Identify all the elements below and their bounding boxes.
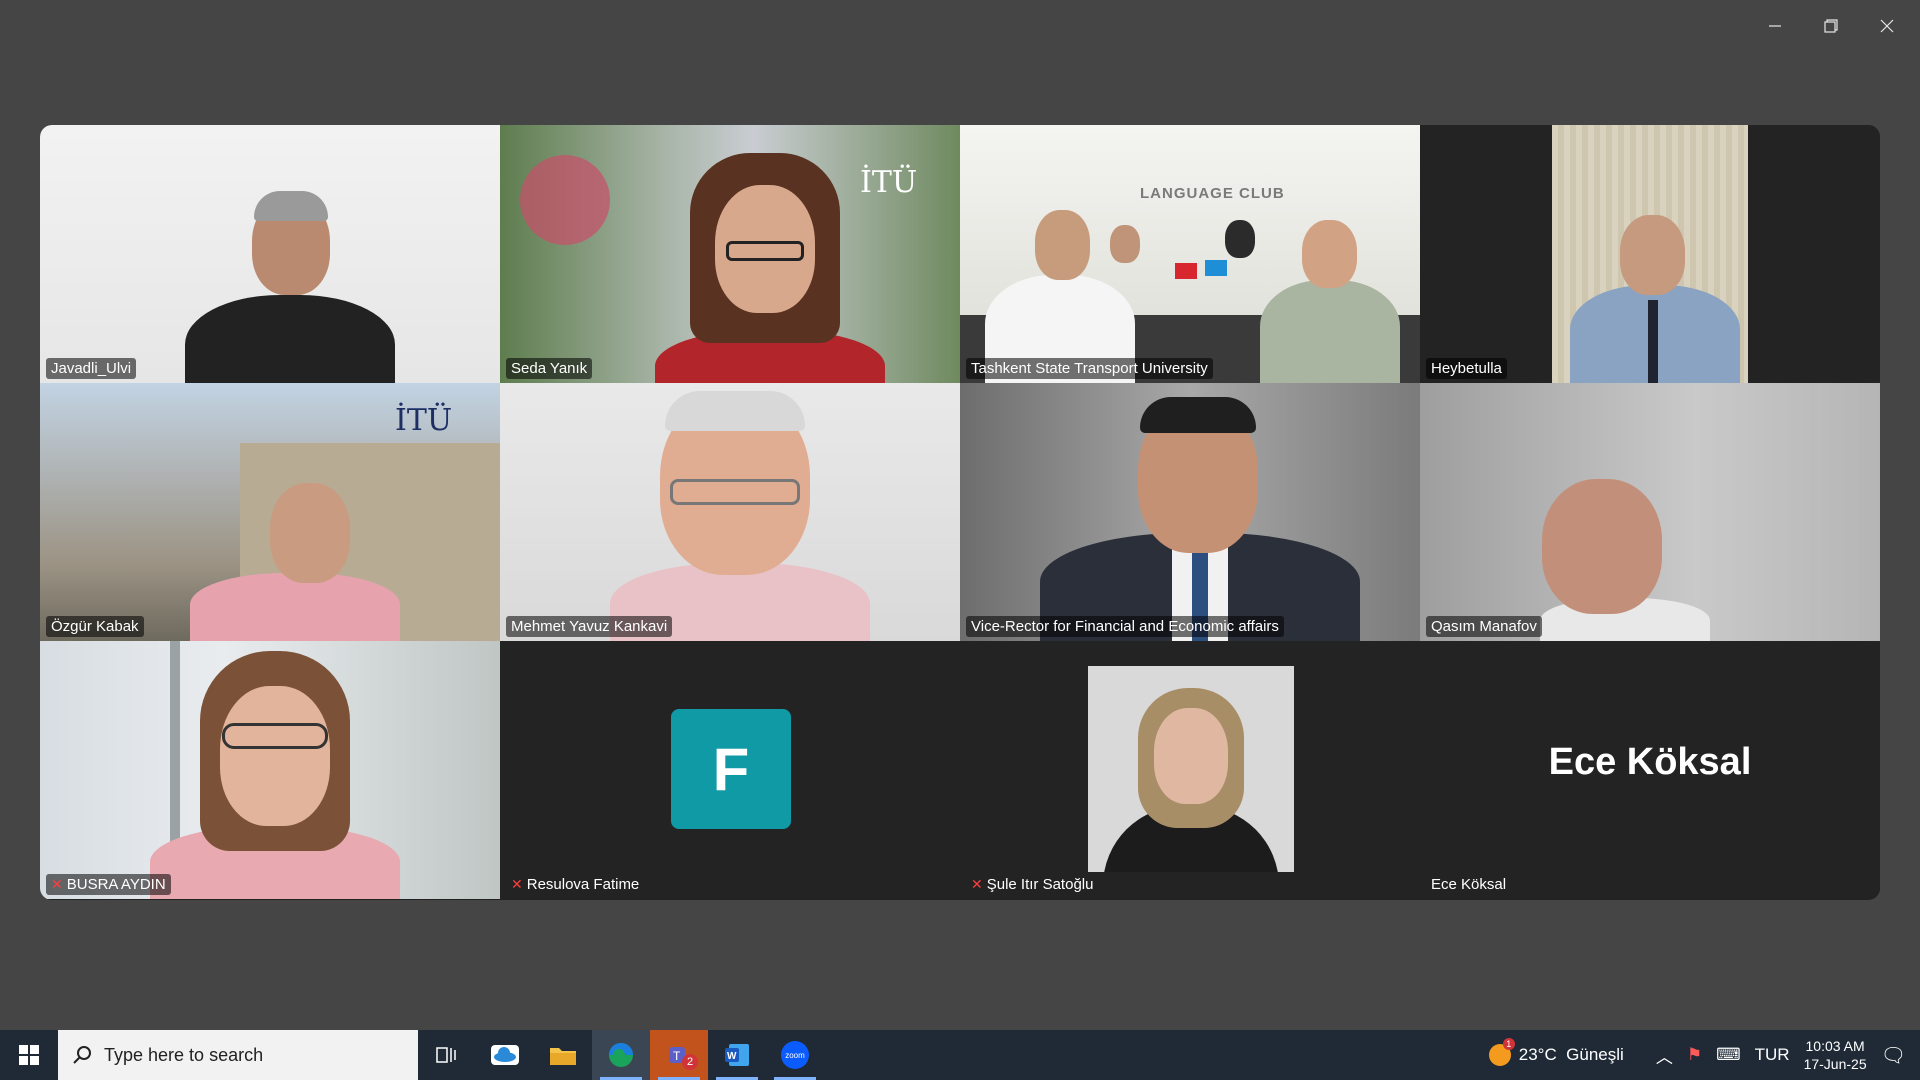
participant-name-label: Javadli_Ulvi bbox=[46, 358, 137, 379]
show-hidden-icons-chevron-icon[interactable]: ︿ bbox=[1656, 1043, 1673, 1068]
video-tile[interactable]: İTÜ Özgür Kabak bbox=[40, 383, 500, 641]
video-feed bbox=[500, 383, 960, 641]
video-tile[interactable]: Mehmet Yavuz Kankavi bbox=[500, 383, 960, 641]
participant-name-label: Tashkent State Transport University bbox=[966, 358, 1213, 379]
video-tile[interactable]: Ece Köksal Ece Köksal bbox=[1420, 641, 1880, 899]
zoom-app[interactable]: zoom bbox=[766, 1030, 824, 1080]
avatar-letter: F bbox=[671, 709, 791, 829]
weather-widget[interactable]: 1 23°C Güneşli bbox=[1488, 1038, 1624, 1066]
video-feed bbox=[1420, 125, 1880, 383]
weather-text: 23°C Güneşli bbox=[1518, 1045, 1624, 1064]
zoom-icon: zoom bbox=[781, 1041, 809, 1069]
windows-logo-icon bbox=[19, 1045, 39, 1065]
system-tray: 1 23°C Güneşli ︿ ⚑ ⌨ TUR 10:03 AM 17-Jun… bbox=[1488, 1030, 1920, 1080]
participant-name-label: Ece Köksal bbox=[1431, 876, 1507, 893]
video-tile[interactable]: İTÜ Seda Yanık bbox=[500, 125, 960, 383]
language-club-sign: LANGUAGE CLUB bbox=[1140, 185, 1285, 202]
video-feed bbox=[960, 383, 1420, 641]
video-feed-off: F bbox=[500, 641, 960, 899]
taskbar-search-box[interactable]: Type here to search bbox=[58, 1030, 418, 1080]
video-tile[interactable]: F ✕ Resulova Fatime bbox=[500, 641, 960, 899]
svg-text:W: W bbox=[727, 1051, 737, 1062]
itu-logo-text: İTÜ bbox=[395, 403, 453, 438]
participant-name-label: Qasım Manafov bbox=[1426, 616, 1542, 637]
input-language[interactable]: TUR bbox=[1755, 1045, 1790, 1065]
network-icon[interactable]: ⚑ bbox=[1687, 1045, 1702, 1065]
taskbar: Type here to search T 2 W zoom 1 23°C Gü… bbox=[0, 1030, 1920, 1080]
video-feed bbox=[40, 125, 500, 383]
mic-muted-icon: ✕ bbox=[511, 876, 523, 892]
video-tile[interactable]: Heybetulla bbox=[1420, 125, 1880, 383]
clock-date: 17-Jun-25 bbox=[1803, 1056, 1867, 1072]
profile-photo bbox=[1088, 666, 1294, 872]
video-feed-off: Ece Köksal bbox=[1420, 641, 1880, 899]
video-tile[interactable]: Vice-Rector for Financial and Economic a… bbox=[960, 383, 1420, 641]
teams-app[interactable]: T 2 bbox=[650, 1030, 708, 1080]
video-grid: Javadli_Ulvi İTÜ Seda Yanık LANGUAGE CLU… bbox=[40, 125, 1880, 900]
participant-name-label: Seda Yanık bbox=[506, 358, 593, 379]
search-placeholder: Type here to search bbox=[104, 1044, 264, 1065]
word-app[interactable]: W bbox=[708, 1030, 766, 1080]
mic-muted-icon: ✕ bbox=[51, 876, 63, 892]
participant-name-label: Vice-Rector for Financial and Economic a… bbox=[966, 616, 1284, 637]
video-feed: İTÜ bbox=[40, 383, 500, 641]
video-feed: LANGUAGE CLUB bbox=[960, 125, 1420, 383]
start-button[interactable] bbox=[0, 1030, 58, 1080]
word-icon: W bbox=[725, 1044, 749, 1066]
participant-name-label: Özgür Kabak bbox=[46, 616, 144, 637]
task-view-icon bbox=[436, 1047, 456, 1063]
video-tile[interactable]: Qasım Manafov bbox=[1420, 383, 1880, 641]
display-name-text: Ece Köksal bbox=[1548, 741, 1752, 783]
search-icon bbox=[73, 1046, 91, 1064]
participant-name-label: ✕ Resulova Fatime bbox=[511, 876, 640, 893]
edge-app[interactable] bbox=[592, 1030, 650, 1080]
notification-badge: 2 bbox=[682, 1054, 698, 1070]
minimize-icon bbox=[1769, 25, 1781, 27]
video-tile[interactable]: Javadli_Ulvi bbox=[40, 125, 500, 383]
task-view-button[interactable] bbox=[418, 1030, 476, 1080]
video-tile-active-speaker[interactable]: LANGUAGE CLUB Tashkent State Transport U… bbox=[960, 125, 1420, 383]
file-explorer-app[interactable] bbox=[534, 1030, 592, 1080]
video-feed-off bbox=[960, 641, 1420, 899]
video-feed bbox=[1420, 383, 1880, 641]
clock[interactable]: 10:03 AM 17-Jun-25 bbox=[1804, 1037, 1867, 1073]
video-feed: İTÜ bbox=[500, 125, 960, 383]
video-tile[interactable]: ✕ BUSRA AYDIN bbox=[40, 641, 500, 899]
folder-icon bbox=[550, 1048, 576, 1065]
itu-logo-text: İTÜ bbox=[860, 165, 918, 200]
onedrive-app[interactable] bbox=[476, 1030, 534, 1080]
video-tile[interactable]: ✕ Şule Itır Satoğlu bbox=[960, 641, 1420, 899]
restore-icon bbox=[1824, 19, 1838, 33]
notifications-icon[interactable]: 🗨 bbox=[1881, 1043, 1906, 1068]
restore-button[interactable] bbox=[1808, 8, 1854, 44]
close-button[interactable] bbox=[1864, 8, 1910, 44]
participant-name-label: ✕ Şule Itır Satoğlu bbox=[971, 876, 1094, 893]
mic-muted-icon: ✕ bbox=[971, 876, 983, 892]
keyboard-icon[interactable]: ⌨ bbox=[1716, 1045, 1741, 1065]
close-icon bbox=[1880, 19, 1894, 33]
cloud-icon bbox=[491, 1045, 519, 1065]
participant-name-label: Heybetulla bbox=[1426, 358, 1507, 379]
edge-icon bbox=[609, 1043, 633, 1067]
minimize-button[interactable] bbox=[1752, 8, 1798, 44]
participant-name-label: Mehmet Yavuz Kankavi bbox=[506, 616, 673, 637]
svg-text:T: T bbox=[673, 1049, 681, 1063]
weather-badge: 1 bbox=[1502, 1038, 1515, 1050]
clock-time: 10:03 AM bbox=[1805, 1038, 1865, 1054]
participant-name-label: ✕ BUSRA AYDIN bbox=[46, 874, 171, 895]
video-feed bbox=[40, 641, 500, 899]
